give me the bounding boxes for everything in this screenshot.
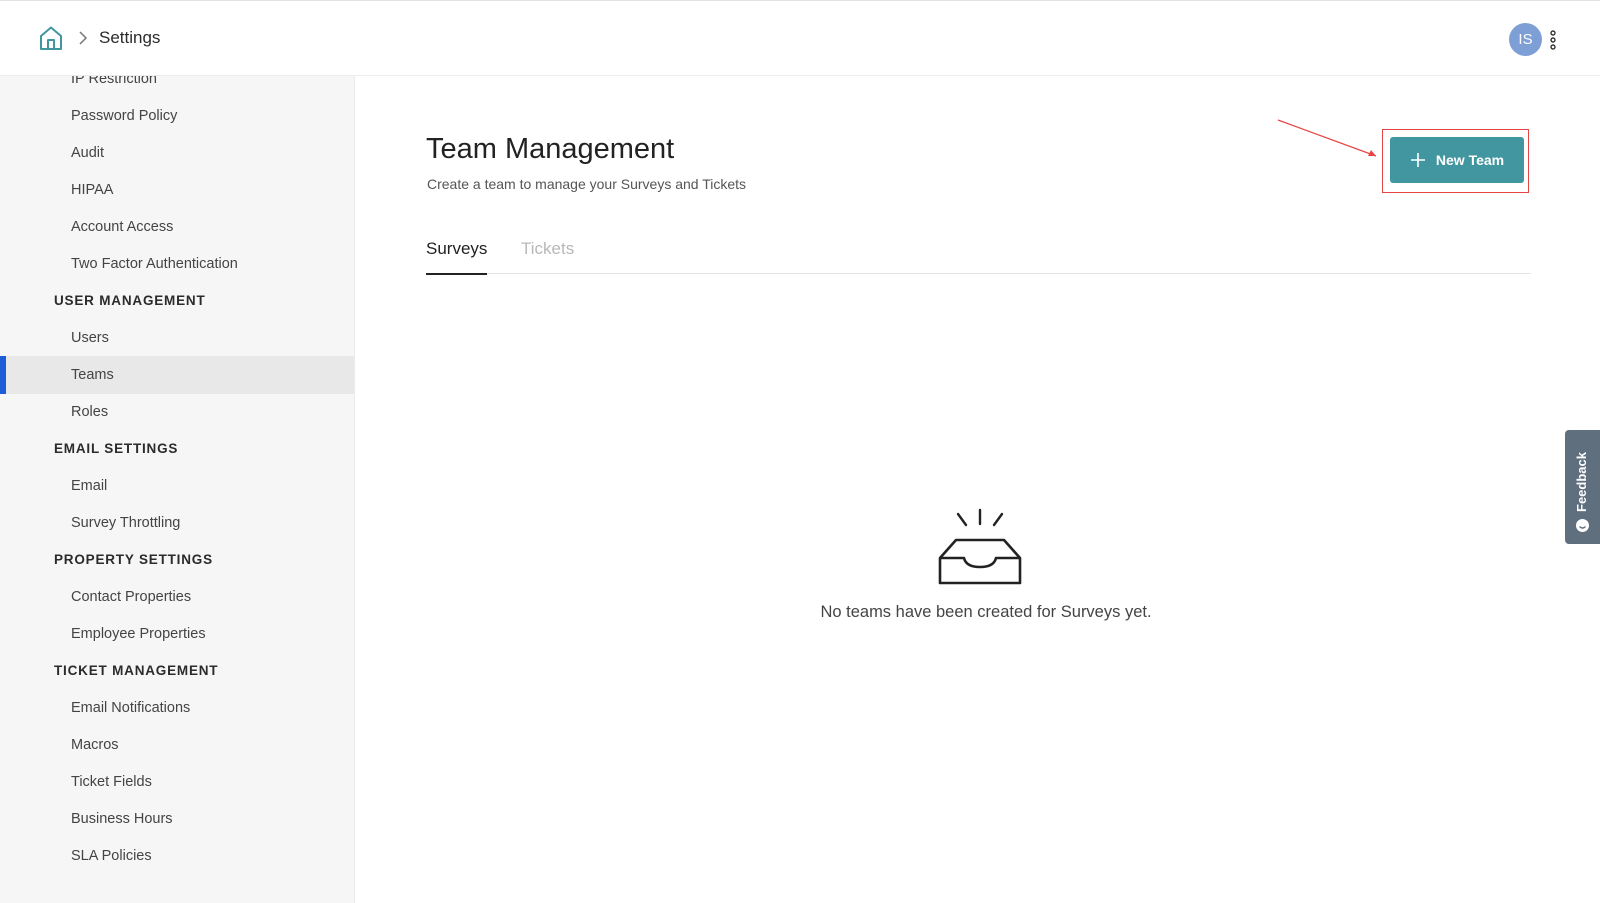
sidebar-item-audit[interactable]: Audit bbox=[0, 134, 354, 172]
avatar[interactable]: IS bbox=[1509, 23, 1542, 56]
sidebar-heading-email-settings: EMAIL SETTINGS bbox=[54, 441, 179, 456]
sidebar-item-macros[interactable]: Macros bbox=[0, 726, 354, 764]
sidebar-item-email-notifications[interactable]: Email Notifications bbox=[0, 689, 354, 727]
sidebar-item-sla-policies[interactable]: SLA Policies bbox=[0, 837, 354, 875]
smiley-icon bbox=[1576, 519, 1589, 532]
sidebar-item-password-policy[interactable]: Password Policy bbox=[0, 97, 354, 135]
main-content: Team Management Create a team to manage … bbox=[356, 76, 1600, 903]
sidebar-item-employee-properties[interactable]: Employee Properties bbox=[0, 615, 354, 653]
sidebar-item-hipaa[interactable]: HIPAA bbox=[0, 171, 354, 209]
new-team-label: New Team bbox=[1435, 152, 1505, 168]
home-icon[interactable] bbox=[38, 25, 64, 51]
sidebar-item-email[interactable]: Email bbox=[0, 467, 354, 505]
breadcrumb-title: Settings bbox=[99, 28, 161, 47]
empty-state-message: No teams have been created for Surveys y… bbox=[820, 603, 1152, 621]
empty-inbox-icon bbox=[938, 508, 1022, 585]
sidebar-heading-ticket-management: TICKET MANAGEMENT bbox=[54, 663, 219, 678]
team-tabs: Surveys Tickets bbox=[426, 238, 1531, 275]
sidebar-heading-property-settings: PROPERTY SETTINGS bbox=[54, 552, 213, 567]
tab-tickets[interactable]: Tickets bbox=[521, 238, 574, 274]
sidebar-item-ticket-fields[interactable]: Ticket Fields bbox=[0, 763, 354, 801]
feedback-label: Feedback bbox=[1574, 452, 1589, 512]
chevron-right-icon bbox=[79, 31, 88, 45]
feedback-tab[interactable]: Feedback bbox=[1565, 430, 1600, 544]
new-team-button[interactable]: New Team bbox=[1390, 137, 1524, 183]
top-bar: Settings IS bbox=[0, 0, 1600, 76]
sidebar-heading-user-management: USER MANAGEMENT bbox=[54, 293, 206, 308]
page-subtitle: Create a team to manage your Surveys and… bbox=[427, 176, 747, 192]
page-title: Team Management bbox=[426, 133, 675, 165]
plus-icon bbox=[1410, 153, 1425, 167]
tab-surveys[interactable]: Surveys bbox=[426, 238, 488, 275]
sidebar-item-two-factor-authentication[interactable]: Two Factor Authentication bbox=[0, 245, 354, 283]
sidebar-item-survey-throttling[interactable]: Survey Throttling bbox=[0, 504, 354, 542]
sidebar-item-ip-restriction[interactable]: IP Restriction bbox=[0, 76, 354, 98]
sidebar-item-teams[interactable]: Teams bbox=[0, 356, 354, 394]
sidebar-item-contact-properties[interactable]: Contact Properties bbox=[0, 578, 354, 616]
annotation-arrow-icon bbox=[1277, 119, 1377, 157]
sidebar-item-users[interactable]: Users bbox=[0, 319, 354, 357]
kebab-menu-icon[interactable] bbox=[1548, 29, 1558, 51]
sidebar-item-account-access[interactable]: Account Access bbox=[0, 208, 354, 246]
settings-sidebar: IP Restriction Password Policy Audit HIP… bbox=[0, 76, 355, 903]
sidebar-item-roles[interactable]: Roles bbox=[0, 393, 354, 431]
sidebar-item-business-hours[interactable]: Business Hours bbox=[0, 800, 354, 838]
